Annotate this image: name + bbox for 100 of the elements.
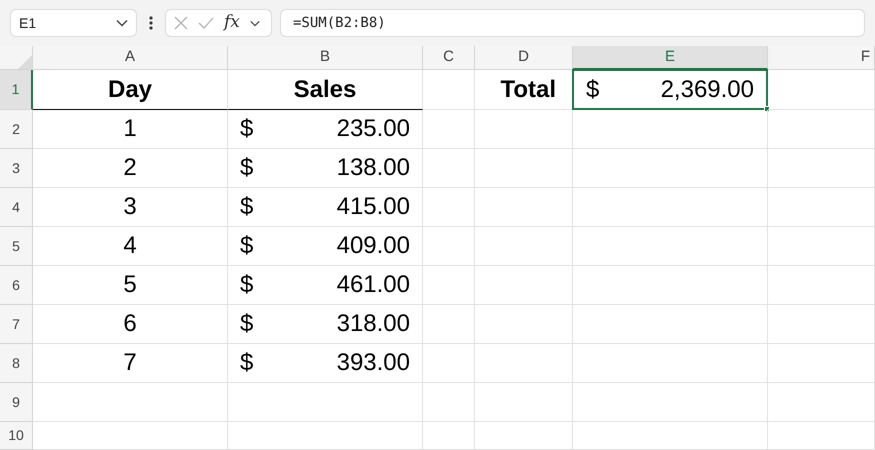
empty-cell[interactable] [573, 422, 768, 450]
empty-cell[interactable] [475, 110, 573, 149]
insert-function-button[interactable]: fx [224, 10, 240, 36]
amount-value: 235.00 [336, 114, 410, 144]
currency-symbol: $ [240, 114, 254, 144]
amount-value: 415.00 [336, 192, 410, 222]
amount-value: 318.00 [336, 309, 410, 339]
chevron-down-icon[interactable] [250, 20, 260, 26]
row-header[interactable]: 4 [0, 188, 33, 227]
empty-cell[interactable] [475, 149, 573, 188]
column-heading-text: Sales [294, 74, 356, 104]
select-all-corner[interactable] [0, 46, 33, 70]
day-number: 4 [123, 231, 137, 261]
table-cell[interactable]: $ 461.00 [228, 266, 422, 304]
empty-cell[interactable] [423, 266, 475, 305]
column-header[interactable]: E [573, 46, 768, 70]
day-number: 3 [123, 192, 137, 222]
empty-cell[interactable] [573, 344, 768, 383]
currency-symbol: $ [240, 153, 254, 183]
day-number: 7 [123, 348, 137, 378]
currency-symbol: $ [586, 74, 600, 104]
empty-cell[interactable] [423, 383, 475, 422]
name-box[interactable]: E1 [10, 9, 137, 37]
amount-value: 461.00 [336, 270, 410, 300]
close-icon[interactable] [174, 16, 188, 30]
column-header[interactable]: A [33, 46, 228, 70]
empty-cell[interactable] [768, 227, 875, 266]
empty-cell[interactable] [573, 305, 768, 344]
table-cell[interactable]: $ 235.00 [228, 110, 422, 148]
row-header[interactable]: 1 [0, 70, 33, 110]
empty-cell[interactable] [768, 266, 875, 305]
row-header[interactable]: 8 [0, 344, 33, 383]
day-number: 6 [123, 309, 137, 339]
formula-input[interactable]: =SUM(B2:B8) [280, 9, 865, 37]
empty-cell[interactable] [573, 383, 768, 422]
table-cell[interactable]: $ 415.00 [228, 188, 422, 226]
currency-symbol: $ [240, 309, 254, 339]
check-icon[interactable] [198, 17, 214, 29]
empty-cell[interactable] [475, 188, 573, 227]
day-number: 5 [123, 270, 137, 300]
empty-cell[interactable] [423, 227, 475, 266]
total-label: Total [500, 74, 556, 104]
currency-symbol: $ [240, 231, 254, 261]
currency-symbol: $ [240, 270, 254, 300]
day-number: 1 [123, 114, 137, 144]
column-header[interactable]: F [768, 46, 875, 70]
table-cell[interactable]: $ 138.00 [228, 149, 422, 187]
empty-cell[interactable] [768, 149, 875, 188]
empty-cell[interactable] [475, 227, 573, 266]
empty-cell[interactable] [768, 110, 875, 149]
empty-cell[interactable] [573, 266, 768, 305]
empty-cell[interactable] [423, 305, 475, 344]
table-cell[interactable]: $ 393.00 [228, 344, 422, 382]
row-header[interactable]: 7 [0, 305, 33, 344]
corner-triangle-icon[interactable] [18, 55, 32, 69]
empty-cell[interactable] [423, 110, 475, 149]
selected-cell[interactable]: $ 2,369.00 [572, 69, 768, 110]
amount-value: 409.00 [336, 231, 410, 261]
row-header[interactable]: 3 [0, 149, 33, 188]
empty-cell[interactable] [475, 266, 573, 305]
empty-cell[interactable] [228, 383, 423, 422]
table-cell[interactable]: $ 318.00 [228, 305, 422, 343]
column-header[interactable]: D [475, 46, 573, 70]
row-header[interactable]: 10 [0, 422, 33, 450]
empty-cell[interactable] [475, 383, 573, 422]
empty-cell[interactable] [768, 188, 875, 227]
empty-cell[interactable] [423, 344, 475, 383]
empty-cell[interactable] [423, 149, 475, 188]
row-header[interactable]: 2 [0, 110, 33, 149]
currency-symbol: $ [240, 192, 254, 222]
empty-cell[interactable] [768, 305, 875, 344]
empty-cell[interactable] [475, 305, 573, 344]
row-header[interactable]: 6 [0, 266, 33, 305]
column-header[interactable]: B [228, 46, 423, 70]
amount-value: 393.00 [336, 348, 410, 378]
empty-cell[interactable] [475, 344, 573, 383]
amount-value: 138.00 [336, 153, 410, 183]
day-number: 2 [123, 153, 137, 183]
empty-cell[interactable] [475, 422, 573, 450]
empty-cell[interactable] [768, 70, 875, 110]
empty-cell[interactable] [228, 422, 423, 450]
column-header[interactable]: C [423, 46, 475, 70]
amount-value: 2,369.00 [660, 74, 754, 104]
empty-cell[interactable] [768, 344, 875, 383]
empty-cell[interactable] [768, 383, 875, 422]
empty-cell[interactable] [768, 422, 875, 450]
currency-symbol: $ [240, 348, 254, 378]
empty-cell[interactable] [573, 227, 768, 266]
empty-cell[interactable] [573, 188, 768, 227]
column-heading-text: Day [108, 74, 152, 104]
empty-cell[interactable] [573, 110, 768, 149]
empty-cell[interactable] [423, 422, 475, 450]
more-options-icon[interactable] [149, 16, 153, 30]
empty-cell[interactable] [423, 188, 475, 227]
row-header[interactable]: 5 [0, 227, 33, 266]
table-cell[interactable]: $ 409.00 [228, 227, 422, 265]
empty-cell[interactable] [423, 70, 475, 110]
row-header[interactable]: 9 [0, 383, 33, 422]
chevron-down-icon[interactable] [116, 19, 128, 27]
empty-cell[interactable] [573, 149, 768, 188]
